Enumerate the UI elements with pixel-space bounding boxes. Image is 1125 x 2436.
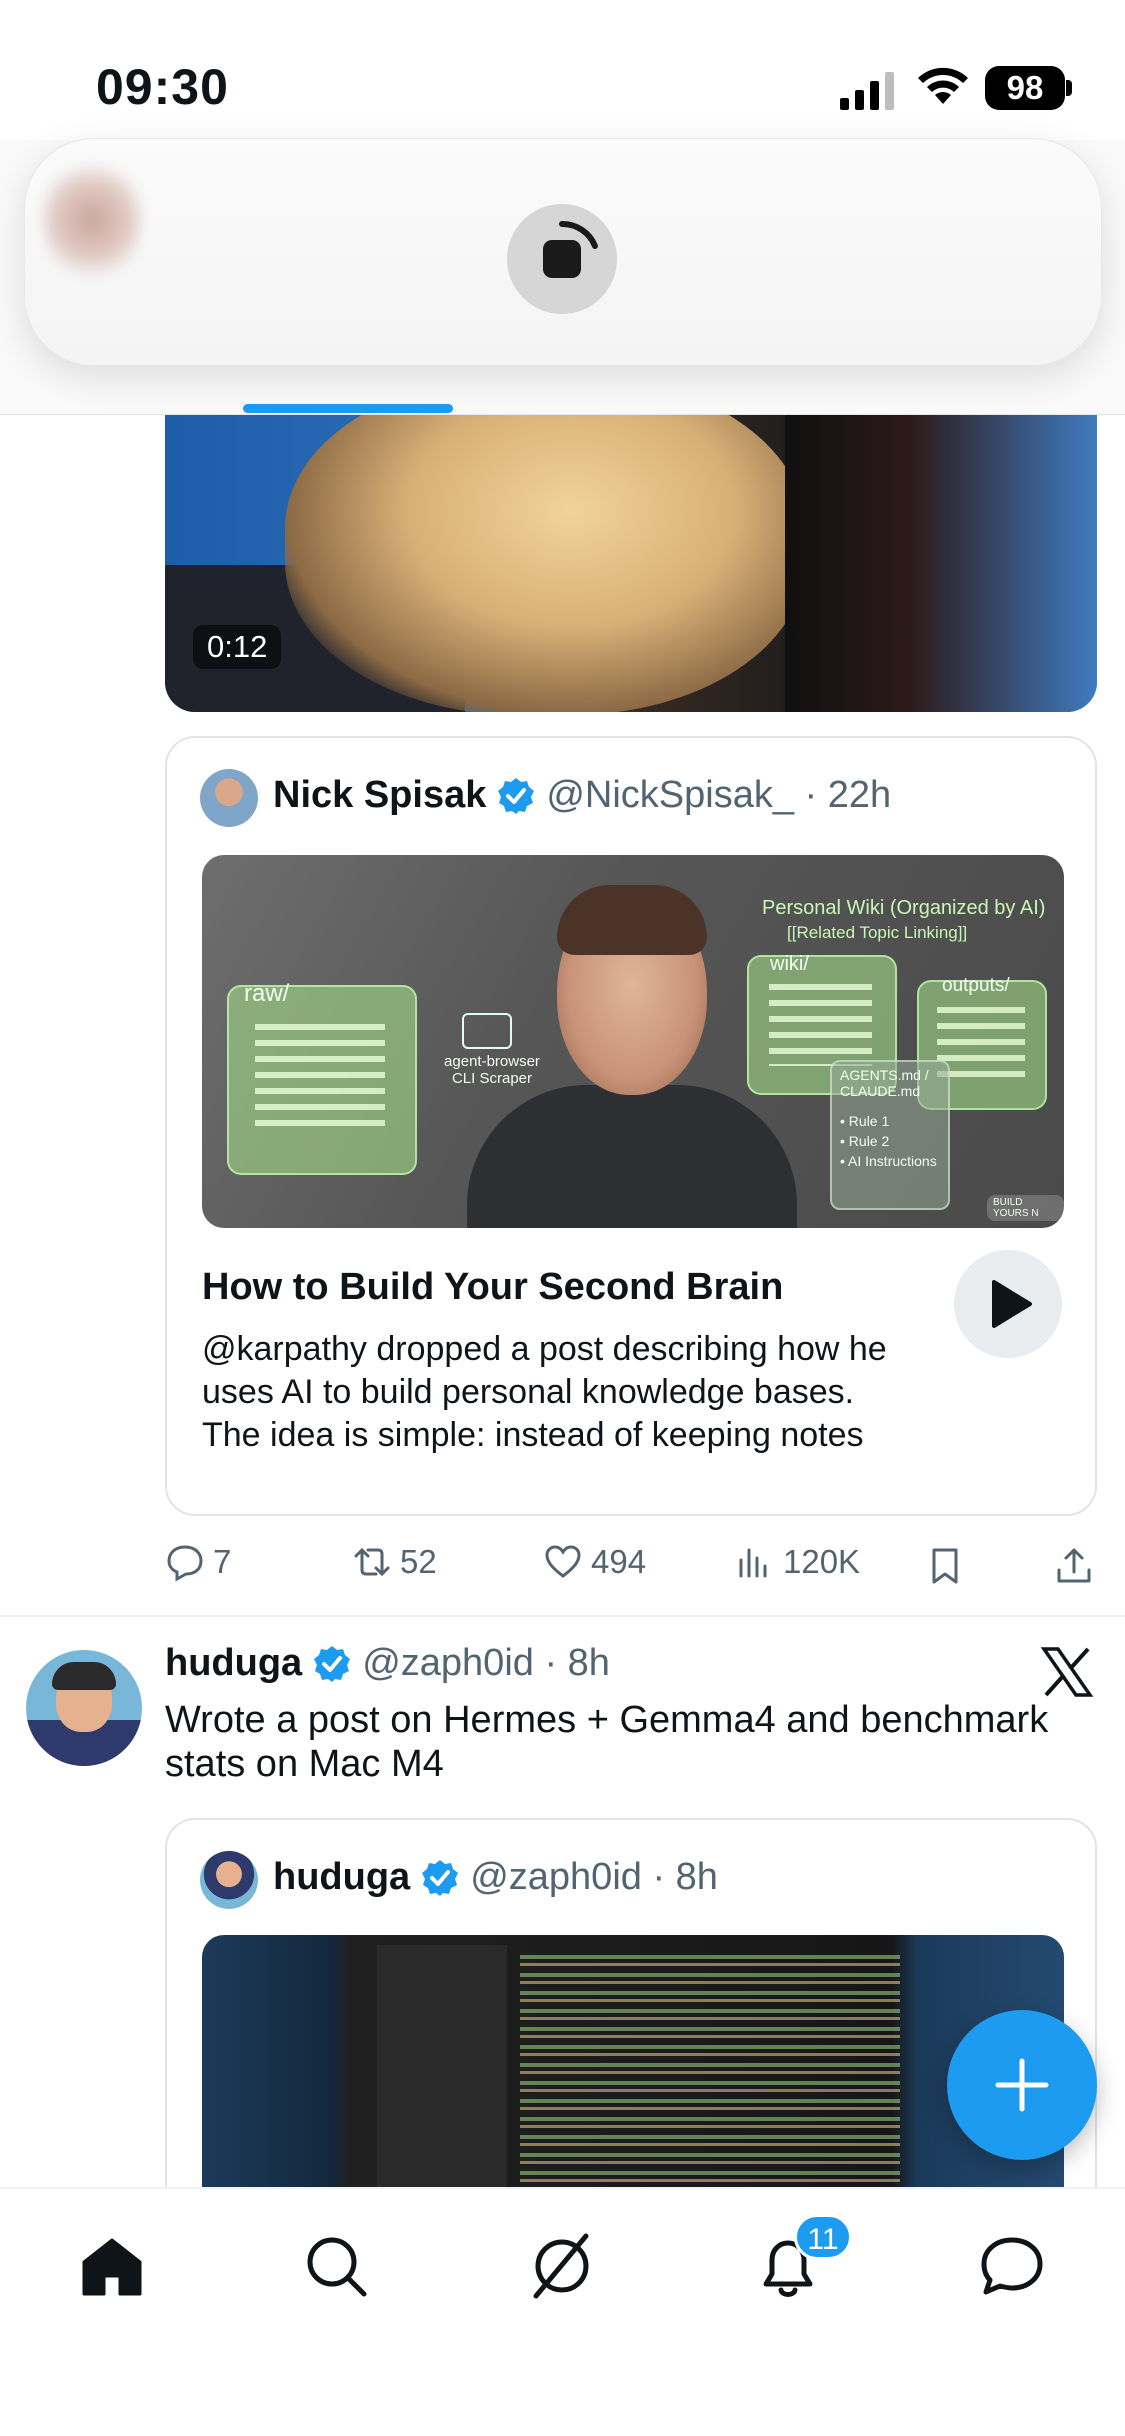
notifications-badge: 11 <box>794 2214 852 2260</box>
wiki-folder-label: wiki/ <box>770 953 809 975</box>
rule-3-label: • AI Instructions <box>840 1153 937 1169</box>
raw-folder <box>227 985 417 1175</box>
outputs-folder-label: outputs/ <box>942 975 1010 996</box>
verified-badge-icon <box>422 1859 459 1896</box>
views-chart-icon <box>739 1548 767 1578</box>
article-title[interactable]: How to Build Your Second Brain <box>202 1266 783 1309</box>
post-text: Wrote a post on Hermes + Gemma4 and benc… <box>165 1699 1049 1785</box>
repost-count: 52 <box>400 1543 437 1580</box>
video-player[interactable]: 0:12 <box>165 415 1097 712</box>
post-divider <box>0 1615 1125 1617</box>
wiki-title-label: Personal Wiki (Organized by AI) <box>762 897 1046 919</box>
recording-progress-icon <box>559 220 598 249</box>
verified-badge-icon <box>314 1645 351 1682</box>
terminal-icon <box>462 1013 512 1049</box>
article-excerpt: @karpathy dropped a post describing how … <box>202 1330 887 1454</box>
bottom-navigation <box>0 2187 1125 2436</box>
author-handle-time: @zaph0id · 8h <box>470 1856 718 1898</box>
avatar[interactable] <box>200 769 258 827</box>
reply-count: 7 <box>213 1543 232 1580</box>
avatar[interactable] <box>26 1650 142 1766</box>
status-time: 09:30 <box>96 59 229 115</box>
verified-badge-icon <box>498 777 535 814</box>
play-button[interactable] <box>954 1250 1062 1358</box>
bookmark-icon[interactable] <box>925 1546 965 1586</box>
rule-1-label: • Rule 1 <box>840 1113 890 1129</box>
raw-folder-label: raw/ <box>244 980 290 1007</box>
quoted-post[interactable]: huduga @zaph0id · 8h <box>165 1818 1097 2238</box>
blurred-avatar <box>42 160 142 280</box>
author-name[interactable]: Nick Spisak <box>273 774 486 817</box>
share-icon[interactable] <box>1054 1546 1094 1586</box>
reply-icon <box>167 1545 203 1582</box>
views-button[interactable]: 120K <box>735 1542 860 1582</box>
cellular-signal-icon <box>840 72 894 110</box>
wifi-icon <box>918 67 968 104</box>
home-icon[interactable] <box>76 2230 148 2302</box>
views-count: 120K <box>783 1543 861 1580</box>
battery-indicator: 98 <box>985 66 1065 110</box>
wiki-subtitle-label: [[Related Topic Linking]] <box>787 923 968 942</box>
rule-2-label: • Rule 2 <box>840 1133 890 1149</box>
like-count: 494 <box>591 1543 647 1580</box>
author-handle-time: @zaph0id · 8h <box>362 1642 610 1684</box>
search-icon[interactable] <box>300 2230 372 2302</box>
presenter-shirt <box>467 1085 797 1228</box>
author-name[interactable]: huduga <box>273 1856 410 1899</box>
video-frame-right <box>785 415 1097 712</box>
video-frame-center <box>285 415 805 712</box>
like-button[interactable]: 494 <box>543 1542 646 1582</box>
battery-cap <box>1066 80 1072 96</box>
messages-icon[interactable] <box>976 2230 1048 2302</box>
agents-doc-label: AGENTS.md / CLAUDE.md <box>840 1067 929 1099</box>
reply-button[interactable]: 7 <box>165 1542 231 1582</box>
quoted-post[interactable]: Nick Spisak @NickSpisak_ · 22h raw/ agen… <box>165 736 1097 1516</box>
active-tab-indicator <box>243 404 453 413</box>
presenter-hair <box>557 885 707 955</box>
author-handle-time: @NickSpisak_ · 22h <box>546 774 892 816</box>
image-badge: BUILD YOURS N <box>987 1195 1064 1221</box>
heart-icon <box>545 1545 581 1578</box>
compose-post-button[interactable] <box>947 2010 1097 2160</box>
avatar-hair <box>52 1662 116 1690</box>
plus-icon <box>995 2058 1049 2112</box>
play-icon <box>992 1280 1032 1328</box>
x-logo-icon <box>1040 1647 1094 1697</box>
video-duration: 0:12 <box>193 625 282 669</box>
grok-icon[interactable] <box>526 2230 598 2302</box>
post-header: huduga @zaph0id · 8h <box>165 1642 610 1685</box>
avatar[interactable] <box>200 1851 258 1909</box>
article-cover-image[interactable]: raw/ agent-browser CLI Scraper Personal … <box>202 855 1064 1228</box>
repost-button[interactable]: 52 <box>352 1542 437 1582</box>
author-name[interactable]: huduga <box>165 1642 302 1685</box>
scraper-label: agent-browser CLI Scraper <box>444 1053 540 1087</box>
repost-icon <box>354 1547 390 1577</box>
